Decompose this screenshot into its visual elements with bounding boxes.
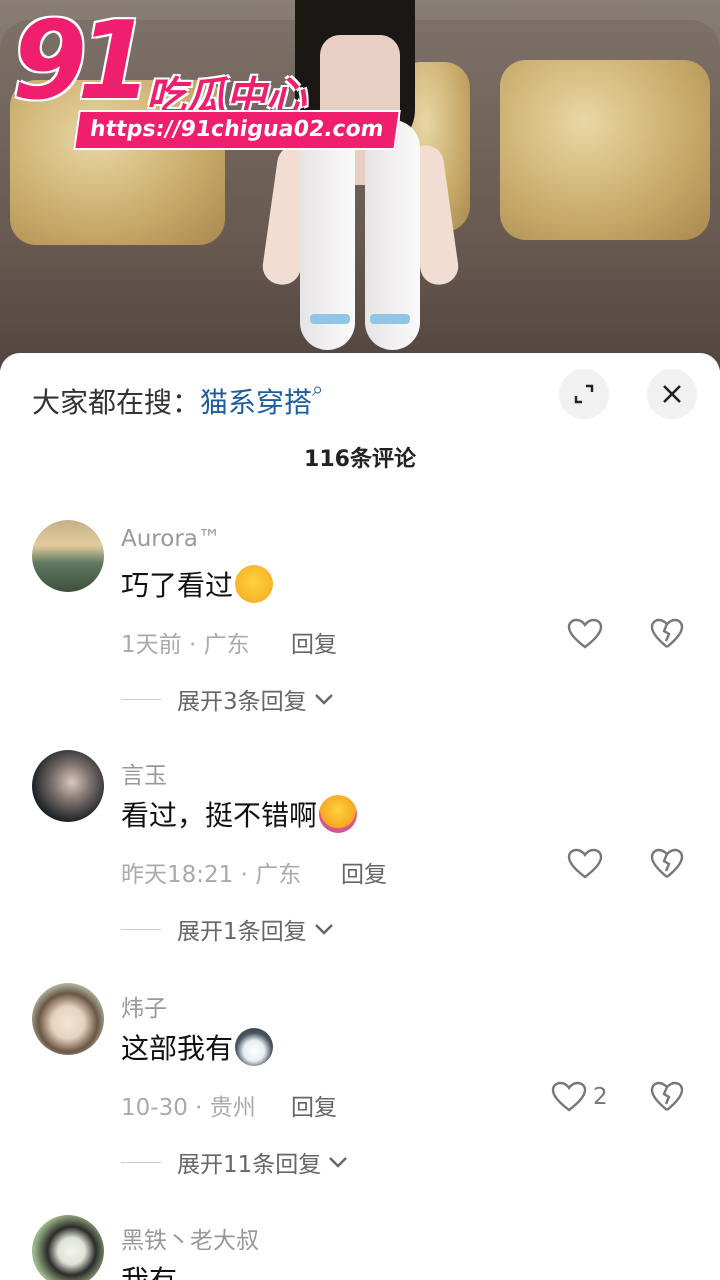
comment-time-location: 1天前 · 广东 — [121, 632, 250, 658]
like-button[interactable] — [567, 618, 603, 650]
comment-item: 炜子 这部我有 10-30 · 贵州 回复 2 展开11条回复 — [0, 983, 720, 1183]
like-button[interactable] — [567, 848, 603, 880]
reply-button[interactable]: 回复 — [291, 625, 337, 659]
dislike-button[interactable] — [650, 848, 684, 884]
watermark-logo: 91 吃瓜中心 https://91chigua02.com — [8, 8, 401, 150]
comment-text-body: 这部我有 — [121, 1032, 234, 1065]
heart-icon — [551, 1081, 587, 1112]
avatar[interactable] — [32, 520, 104, 592]
heart-icon — [567, 848, 603, 879]
logo-url: https://91chigua02.com — [73, 110, 401, 150]
avatar[interactable] — [32, 750, 104, 822]
dislike-button[interactable] — [650, 1081, 684, 1117]
expand-button[interactable] — [559, 369, 609, 419]
comment-text-body: 巧了看过 — [121, 569, 234, 602]
trending-search[interactable]: 大家都在搜：猫系穿搭⌕ — [32, 377, 323, 421]
comment-text: 巧了看过 — [121, 564, 274, 606]
comment-item: 言玉 看过，挺不错啊 昨天18:21 · 广东 回复 展开1条回复 — [0, 750, 720, 950]
avatar[interactable] — [32, 983, 104, 1055]
expand-replies[interactable]: 展开1条回复 — [121, 912, 335, 946]
pillow-right — [500, 60, 710, 240]
comment-username[interactable]: Aurora™ — [121, 526, 221, 552]
expand-replies-label: 展开1条回复 — [177, 919, 307, 945]
comment-time-location: 10-30 · 贵州 — [121, 1095, 256, 1121]
expand-replies-label: 展开11条回复 — [177, 1152, 322, 1178]
expand-replies-label: 展开3条回复 — [177, 689, 307, 715]
close-icon — [663, 385, 681, 403]
reply-button[interactable]: 回复 — [341, 855, 387, 889]
chevron-down-icon — [314, 694, 333, 705]
like-count: 2 — [593, 1084, 608, 1110]
broken-heart-icon — [650, 618, 684, 648]
comment-time-location: 昨天18:21 · 广东 — [121, 862, 302, 888]
chevron-down-icon — [314, 924, 333, 935]
comment-item: Aurora™ 巧了看过 1天前 · 广东 回复 展开3条回复 — [0, 520, 720, 720]
like-button[interactable]: 2 — [551, 1081, 608, 1113]
search-keyword[interactable]: 猫系穿搭 — [200, 386, 312, 419]
blushing-face-icon — [235, 565, 274, 603]
dislike-button[interactable] — [650, 618, 684, 654]
search-prefix: 大家都在搜： — [32, 386, 201, 419]
broken-heart-icon — [650, 1081, 684, 1111]
comment-text-body: 看过，挺不错啊 — [121, 799, 318, 832]
reply-button[interactable]: 回复 — [291, 1088, 337, 1122]
logo-number: 91 — [12, 0, 152, 124]
comment-username[interactable]: 炜子 — [121, 989, 167, 1023]
heart-icon — [567, 618, 603, 649]
close-button[interactable] — [647, 369, 697, 419]
husky-face-icon — [235, 1028, 274, 1066]
comment-text: 看过，挺不错啊 — [121, 794, 358, 836]
hugging-face-icon — [319, 795, 358, 833]
comment-sheet: 大家都在搜：猫系穿搭⌕ 116条评论 Aurora™ 巧了看过 1天前 · 广东… — [0, 353, 720, 1280]
expand-replies[interactable]: 展开11条回复 — [121, 1145, 349, 1179]
broken-heart-icon — [650, 848, 684, 878]
comment-username[interactable]: 黑铁丶老大叔 — [121, 1221, 259, 1255]
avatar[interactable] — [32, 1215, 104, 1280]
comment-text: 这部我有 — [121, 1027, 274, 1069]
comment-text: 我有 — [121, 1259, 177, 1280]
comment-username[interactable]: 言玉 — [121, 756, 167, 790]
chevron-down-icon — [329, 1157, 348, 1168]
comment-item: 黑铁丶老大叔 我有 — [0, 1215, 720, 1280]
search-icon: ⌕ — [312, 377, 324, 401]
expand-icon — [574, 384, 594, 404]
comment-count: 116条评论 — [304, 447, 416, 472]
expand-replies[interactable]: 展开3条回复 — [121, 682, 335, 716]
